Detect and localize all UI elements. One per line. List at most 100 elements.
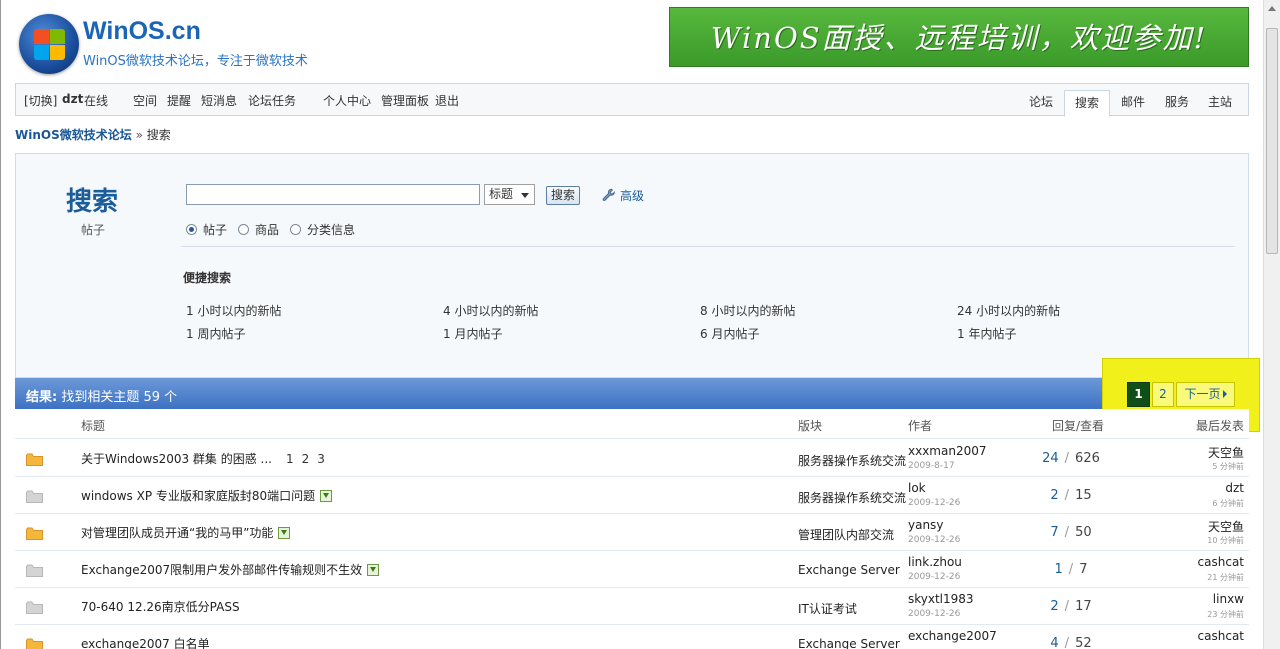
search-button[interactable]: 搜索	[546, 186, 580, 205]
messages-link[interactable]: 短消息	[201, 92, 237, 109]
username-link[interactable]: dzt	[62, 92, 83, 106]
windows-logo-icon[interactable]	[19, 14, 79, 74]
breadcrumb-home[interactable]: WinOS微软技术论坛	[15, 128, 132, 142]
reminders-link[interactable]: 提醒	[167, 92, 191, 109]
topic-author-link[interactable]: lok	[908, 481, 926, 495]
topic-forum-link[interactable]: IT认证考试	[798, 600, 857, 617]
switch-link[interactable]: [切换]	[24, 92, 57, 109]
topic-forum-link[interactable]: 服务器操作系统交流	[798, 452, 906, 469]
topic-title-link[interactable]: exchange2007 白名单	[81, 637, 210, 649]
search-input[interactable]	[186, 184, 480, 205]
admin-panel-link[interactable]: 管理面板	[381, 92, 429, 109]
quick-link-24h[interactable]: 24 小时以内的新帖	[957, 302, 1060, 319]
topic-title-cell: windows XP 专业版和家庭版封80端口问题	[81, 487, 333, 504]
last-post-user-link[interactable]: 天空鱼	[1208, 444, 1244, 461]
brand-slogan: WinOS微软技术论坛，专注于微软技术	[83, 54, 308, 69]
topic-page-link[interactable]: 1	[286, 452, 294, 466]
reply-count: 2	[1050, 599, 1059, 614]
radio-posts[interactable]	[186, 224, 197, 235]
online-status[interactable]: 在线	[84, 92, 108, 109]
last-post-user-link[interactable]: dzt	[1225, 481, 1244, 495]
topic-author-link[interactable]: exchange2007	[908, 629, 997, 643]
quick-link-4h[interactable]: 4 小时以内的新帖	[443, 302, 538, 319]
table-row[interactable]: windows XP 专业版和家庭版封80端口问题 服务器操作系统交流 lok 200…	[15, 477, 1249, 514]
search-type-goods[interactable]: 商品	[238, 221, 279, 238]
stats-separator: /	[1064, 488, 1070, 503]
pager-page-2[interactable]: 2	[1152, 382, 1174, 407]
quick-link-1h[interactable]: 1 小时以内的新帖	[186, 302, 281, 319]
tab-services[interactable]: 服务	[1156, 90, 1198, 117]
quick-link-8h[interactable]: 8 小时以内的新帖	[700, 302, 795, 319]
search-subtitle: 帖子	[81, 223, 106, 237]
topic-forum-link[interactable]: 服务器操作系统交流	[798, 489, 906, 506]
scroll-up-icon[interactable]	[1268, 6, 1276, 11]
topic-title-link[interactable]: 关于Windows2003 群集 的困惑 ...	[81, 452, 272, 466]
quick-search-title: 便捷搜索	[183, 271, 232, 285]
last-post-user-link[interactable]: 天空鱼	[1208, 518, 1244, 535]
last-post-time: 6 分钟前	[1212, 499, 1244, 508]
topic-page-link[interactable]: 2	[302, 452, 310, 466]
last-post-user-link[interactable]: cashcat	[1198, 629, 1244, 643]
training-banner[interactable]: WinOS面授、远程培训，欢迎参加!	[669, 7, 1249, 67]
vertical-scrollbar[interactable]	[1263, 0, 1280, 649]
column-last-post: 最后发表	[1195, 419, 1244, 433]
table-row[interactable]: 70-640 12.26南京低分PASS IT认证考试 skyxtl1983 2009…	[15, 588, 1249, 625]
pager-page-1[interactable]: 1	[1127, 382, 1150, 407]
table-row[interactable]: 关于Windows2003 群集 的困惑 ... 1 2 3 服务器操作系统交流 xxxm…	[15, 440, 1249, 477]
topic-title-link[interactable]: windows XP 专业版和家庭版封80端口问题	[81, 489, 315, 503]
pager-next-button[interactable]: 下一页	[1176, 382, 1235, 407]
quick-link-6m[interactable]: 6 月内帖子	[700, 325, 759, 342]
topic-title-cell: 关于Windows2003 群集 的困惑 ... 1 2 3	[81, 450, 325, 467]
tab-main-site[interactable]: 主站	[1199, 90, 1241, 117]
table-row[interactable]: 对管理团队成员开通“我的马甲”功能 管理团队内部交流 yansy 2009-12-26…	[15, 514, 1249, 551]
logout-link[interactable]: 退出	[435, 92, 459, 109]
topic-forum-link[interactable]: 管理团队内部交流	[798, 526, 894, 543]
forum-tasks-link[interactable]: 论坛任务	[248, 92, 296, 109]
arrow-right-icon	[1222, 390, 1227, 398]
view-count: 7	[1079, 562, 1088, 577]
topic-title-link[interactable]: 对管理团队成员开通“我的马甲”功能	[81, 526, 273, 540]
quick-link-1y[interactable]: 1 年内帖子	[957, 325, 1016, 342]
tab-mail[interactable]: 邮件	[1111, 90, 1155, 117]
topic-author-link[interactable]: link.zhou	[908, 555, 962, 569]
radio-goods[interactable]	[238, 224, 249, 235]
search-scope-select[interactable]: 标题	[484, 184, 535, 205]
table-row[interactable]: Exchange2007限制用户发外部邮件传输规则不生效 Exchange Ser…	[15, 551, 1249, 588]
topic-stats: 1 / 7	[1015, 562, 1127, 577]
topic-author-link[interactable]: yansy	[908, 518, 943, 532]
topic-forum-link[interactable]: Exchange Server	[798, 563, 900, 577]
topic-title-cell: exchange2007 白名单	[81, 635, 210, 649]
wrench-icon	[602, 188, 615, 201]
folder-icon	[26, 453, 43, 466]
topic-forum-link[interactable]: Exchange Server	[798, 637, 900, 649]
breadcrumb-current: 搜索	[146, 128, 171, 142]
topic-author-link[interactable]: xxxman2007	[908, 444, 987, 458]
scrollbar-thumb[interactable]	[1266, 28, 1278, 254]
view-count: 17	[1075, 599, 1092, 614]
quick-link-1w[interactable]: 1 周内帖子	[186, 325, 245, 342]
topic-title-link[interactable]: Exchange2007限制用户发外部邮件传输规则不生效	[81, 563, 362, 577]
attachment-icon	[367, 564, 380, 576]
last-post-user-link[interactable]: cashcat	[1198, 555, 1244, 569]
search-type-classified[interactable]: 分类信息	[290, 221, 355, 238]
stats-separator: /	[1064, 451, 1070, 466]
quick-link-1m[interactable]: 1 月内帖子	[443, 325, 502, 342]
last-post-user-link[interactable]: linxw	[1213, 592, 1244, 606]
advanced-search-link[interactable]: 高级	[602, 187, 644, 204]
tab-search[interactable]: 搜索	[1064, 90, 1110, 117]
radio-classified[interactable]	[290, 224, 301, 235]
topic-title-link[interactable]: 70-640 12.26南京低分PASS	[81, 600, 240, 614]
space-link[interactable]: 空间	[133, 92, 157, 109]
tab-forum[interactable]: 论坛	[1020, 90, 1062, 117]
topic-author-link[interactable]: skyxtl1983	[908, 592, 974, 606]
topic-date: 2009-12-26	[908, 572, 961, 582]
search-type-posts[interactable]: 帖子	[186, 221, 227, 238]
panel-divider	[181, 246, 1235, 247]
table-header: 标题 版块 作者 回复/查看 最后发表	[15, 409, 1249, 439]
search-title: 搜索	[66, 187, 119, 217]
topic-page-link[interactable]: 3	[317, 452, 325, 466]
table-row[interactable]: exchange2007 白名单 Exchange Server exchange2…	[15, 625, 1249, 649]
folder-icon	[26, 490, 43, 503]
brand-name[interactable]: WinOS.cn	[83, 17, 201, 46]
user-center-link[interactable]: 个人中心	[323, 92, 371, 109]
